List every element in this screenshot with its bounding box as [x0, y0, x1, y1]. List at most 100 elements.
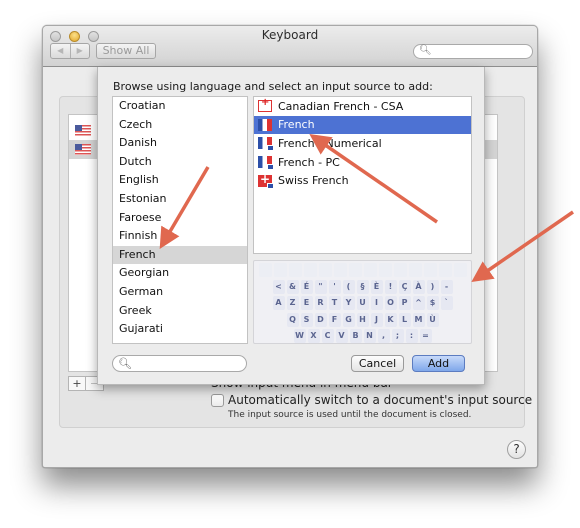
language-item[interactable]: German	[113, 283, 247, 302]
keyboard-key: <	[272, 279, 285, 294]
keyboard-key: !	[384, 279, 397, 294]
language-item[interactable]: Danish	[113, 134, 247, 153]
add-button[interactable]: Add	[412, 355, 465, 372]
keyboard-key: &	[286, 279, 299, 294]
input-source-item[interactable]: French - Numerical	[254, 134, 471, 153]
keyboard-key: ,	[377, 329, 390, 343]
keyboard-key: )	[426, 279, 439, 294]
keyboard-key: V	[335, 329, 348, 343]
keyboard-key: S	[300, 312, 313, 327]
keyboard-key	[408, 263, 422, 277]
input-source-label: Canadian French - CSA	[278, 99, 404, 113]
keyboard-row: < & É " '(§ È! Ç À) -	[256, 279, 469, 295]
keyboard-key: E	[300, 296, 313, 310]
keyboard-key: X	[307, 329, 320, 343]
keyboard-key: §	[356, 279, 369, 294]
keyboard-key: K	[384, 312, 397, 327]
input-source-item-selected[interactable]: French	[254, 115, 471, 135]
keyboard-key: P	[398, 296, 411, 310]
keyboard-key: M	[412, 312, 425, 327]
language-item[interactable]: Croatian	[113, 97, 247, 116]
language-item-selected[interactable]: French	[113, 245, 247, 265]
keyboard-key	[378, 263, 392, 277]
language-item[interactable]: Finnish	[113, 227, 247, 246]
add-input-source-sheet: Browse using language and select an inpu…	[97, 67, 485, 385]
auto-switch-label[interactable]: Automatically switch to a document's inp…	[228, 393, 532, 407]
keyboard-key: O	[384, 296, 397, 310]
keyboard-key: -	[440, 279, 453, 294]
add-input-source-button[interactable]: +	[68, 376, 86, 391]
language-search-input[interactable]: 🔍︎	[112, 355, 247, 372]
input-source-item[interactable]: French - PC	[254, 153, 471, 172]
input-source-item[interactable]: Canadian French - CSA	[254, 97, 471, 116]
language-item[interactable]: Dutch	[113, 153, 247, 172]
input-source-item[interactable]: Swiss French	[254, 171, 471, 190]
keyboard-key: ;	[391, 329, 404, 343]
keyboard-key: J	[370, 312, 383, 327]
keyboard-key: H	[356, 312, 369, 327]
forward-arrow-icon[interactable]: ▶	[71, 44, 90, 58]
keyboard-key: T	[328, 296, 341, 310]
input-source-label: French	[278, 118, 315, 132]
language-item[interactable]: Gujarati	[113, 320, 247, 339]
keyboard-key: (	[342, 279, 355, 294]
keyboard-key: F	[328, 312, 341, 327]
language-item[interactable]: English	[113, 171, 247, 190]
input-source-label: French - Numerical	[278, 136, 382, 150]
swiss-flag-icon	[258, 172, 274, 189]
us-flag-icon	[75, 144, 91, 155]
keyboard-key: L	[398, 312, 411, 327]
keyboard-key: C	[321, 329, 334, 343]
keyboard-key	[333, 263, 347, 277]
keyboard-key: B	[349, 329, 362, 343]
sheet-prompt: Browse using language and select an inpu…	[113, 80, 433, 93]
keyboard-layout-preview: < & É " '(§ È! Ç À) - A Z E R T Y U I O P ^ $ ` QSDFGHJKLMÙ …	[253, 260, 472, 344]
france-numerical-flag-icon	[258, 137, 274, 152]
us-flag-icon	[75, 125, 91, 136]
keyboard-key	[318, 263, 332, 277]
keyboard-key	[363, 263, 377, 277]
language-item[interactable]: Georgian	[113, 264, 247, 283]
language-item[interactable]: Greek	[113, 302, 247, 321]
keyboard-key: R	[314, 296, 327, 310]
keyboard-key: $	[426, 296, 439, 310]
keyboard-key: A	[272, 296, 285, 310]
help-button[interactable]: ?	[507, 440, 526, 459]
keyboard-key: ^	[412, 296, 425, 310]
keyboard-key: I	[370, 296, 383, 310]
language-item[interactable]: Czech	[113, 116, 247, 135]
keyboard-key: U	[356, 296, 369, 310]
language-item[interactable]: Estonian	[113, 190, 247, 209]
input-source-label: French - PC	[278, 155, 340, 169]
keyboard-key	[453, 263, 467, 277]
language-list: Croatian Czech Danish Dutch English Esto…	[112, 96, 248, 344]
keyboard-key	[348, 263, 362, 277]
keyboard-key: Y	[342, 296, 355, 310]
france-pc-flag-icon	[258, 156, 274, 171]
search-icon: 🔍︎	[118, 357, 132, 370]
keyboard-key: D	[314, 312, 327, 327]
keyboard-key	[288, 263, 302, 277]
keyboard-row: QSDFGHJKLMÙ	[256, 312, 469, 328]
cancel-button[interactable]: Cancel	[351, 355, 404, 372]
keyboard-function-row	[256, 263, 469, 278]
language-item[interactable]: Hawaiian	[113, 339, 247, 343]
keyboard-key	[393, 263, 407, 277]
auto-switch-checkbox[interactable]	[211, 393, 224, 407]
keyboard-key: "	[314, 279, 327, 294]
keyboard-key	[303, 263, 317, 277]
keyboard-key: G	[342, 312, 355, 327]
show-all-button[interactable]: Show All	[96, 43, 156, 59]
keyboard-key: Q	[286, 312, 299, 327]
keyboard-row: A Z E R T Y U I O P ^ $ `	[256, 296, 469, 311]
keyboard-key	[273, 263, 287, 277]
window-title: Keyboard	[261, 28, 319, 42]
france-flag-icon	[258, 118, 272, 131]
auto-switch-note: The input source is used until the docum…	[228, 410, 472, 420]
keyboard-key	[258, 263, 272, 277]
back-arrow-icon[interactable]: ◀	[51, 44, 71, 58]
keyboard-row: W X C V B N,;: =	[256, 329, 469, 344]
language-item[interactable]: Faroese	[113, 209, 247, 228]
keyboard-key: Z	[286, 296, 299, 310]
preferences-search-input[interactable]: 🔍︎	[413, 44, 533, 59]
